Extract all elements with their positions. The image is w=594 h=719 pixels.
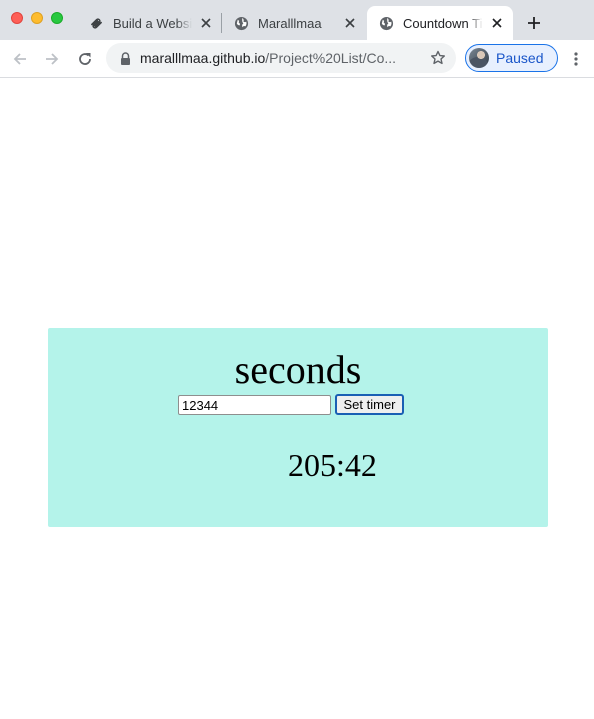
profile-button[interactable]: Paused xyxy=(465,44,558,72)
lock-icon[interactable] xyxy=(118,51,132,65)
reload-button[interactable] xyxy=(74,48,96,70)
squarespace-icon xyxy=(88,15,104,31)
tab-title: Build a Website xyxy=(113,15,192,31)
avatar xyxy=(469,48,489,68)
globe-icon xyxy=(378,15,394,31)
unit-heading: seconds xyxy=(234,347,362,392)
page-viewport: seconds Set timer 205:42 xyxy=(0,78,594,719)
tab-maralllmaa[interactable]: Maralllmaa xyxy=(224,6,364,40)
new-tab-button[interactable] xyxy=(523,12,545,34)
address-bar[interactable]: maralllmaa.github.io/Project%20List/Co..… xyxy=(106,43,456,73)
tab-title: Maralllmaa xyxy=(258,15,322,31)
back-button[interactable] xyxy=(9,48,31,70)
browser-window: Build a Website Maralllmaa xyxy=(0,0,594,719)
kebab-menu-icon xyxy=(574,52,578,66)
url-host: maralllmaa.github.io xyxy=(140,50,266,66)
globe-icon xyxy=(233,15,249,31)
bookmark-star-icon[interactable] xyxy=(430,50,446,66)
address-url: maralllmaa.github.io/Project%20List/Co..… xyxy=(140,50,418,66)
time-remaining-display: 205:42 xyxy=(288,447,377,483)
arrow-right-icon xyxy=(46,53,59,65)
tab-build-a-website[interactable]: Build a Website xyxy=(80,6,220,40)
reload-icon xyxy=(79,53,91,65)
window-close-button[interactable] xyxy=(11,12,23,24)
tab-countdown-timer[interactable]: Countdown Timer xyxy=(367,6,513,40)
tab-strip: Build a Website Maralllmaa xyxy=(0,0,594,40)
close-icon[interactable] xyxy=(489,15,505,31)
arrow-left-icon xyxy=(13,53,26,65)
tab-title: Countdown Timer xyxy=(403,15,483,31)
window-maximize-button[interactable] xyxy=(51,12,63,24)
plus-icon xyxy=(528,17,540,29)
window-minimize-button[interactable] xyxy=(31,12,43,24)
browser-toolbar: maralllmaa.github.io/Project%20List/Co..… xyxy=(0,40,594,78)
seconds-input[interactable] xyxy=(178,395,331,415)
profile-status-label: Paused xyxy=(496,50,544,66)
close-icon[interactable] xyxy=(342,15,358,31)
tab-separator xyxy=(221,13,222,33)
url-path: /Project%20List/Co... xyxy=(265,50,397,66)
set-timer-button[interactable]: Set timer xyxy=(335,394,404,415)
timer-card: seconds Set timer 205:42 xyxy=(48,328,548,527)
forward-button[interactable] xyxy=(41,48,63,70)
browser-menu-button[interactable] xyxy=(568,48,584,70)
close-icon[interactable] xyxy=(198,15,214,31)
